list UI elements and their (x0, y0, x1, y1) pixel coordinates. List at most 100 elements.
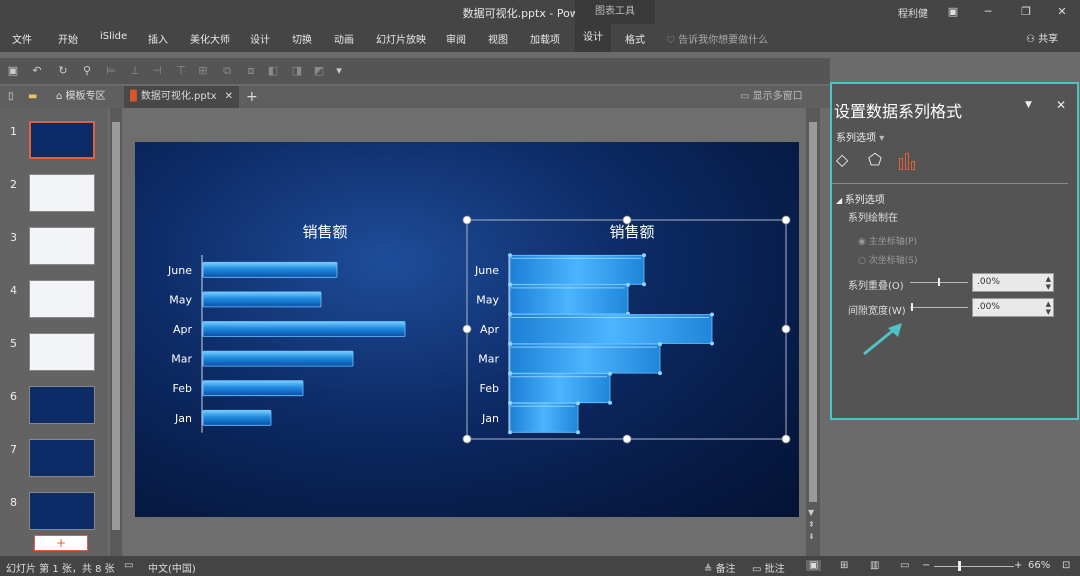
bar-selection-point[interactable] (508, 401, 512, 406)
new-doc-icon[interactable]: ▯ (8, 86, 14, 108)
minimize-button[interactable]: ─ (978, 5, 998, 18)
overlap-spinner-icon[interactable]: ▲ ▼ (1046, 275, 1051, 291)
slideshow-view-icon[interactable]: ▭ (900, 560, 909, 571)
intersect-icon[interactable]: ◩ (312, 64, 326, 78)
bar-selection-point[interactable] (508, 312, 512, 317)
group-icon[interactable]: ⧉ (220, 64, 234, 78)
overlap-slider-thumb[interactable] (938, 278, 940, 286)
tab-review[interactable]: 审阅 (446, 31, 466, 46)
bar-selection-point[interactable] (608, 400, 612, 405)
bar-mar[interactable] (202, 350, 354, 367)
sorter-view-icon[interactable]: ⊞ (840, 560, 848, 571)
thumbnail-scroll-thumb[interactable] (112, 122, 120, 530)
subtract-icon[interactable]: ◨ (290, 64, 304, 78)
bar-jan[interactable] (202, 409, 272, 426)
bar-june[interactable] (202, 261, 338, 278)
tab-transitions[interactable]: 切换 (292, 31, 312, 46)
resize-handle[interactable] (622, 215, 632, 225)
slide-thumbnail-8[interactable] (29, 492, 95, 530)
folder-icon[interactable]: ▬ (28, 86, 37, 108)
tab-home[interactable]: 开始 (58, 31, 78, 46)
bar-june[interactable] (509, 254, 645, 285)
slide-canvas[interactable]: 销售额 June May Apr Mar Feb Jan 销售额 June May Apr Mar Fe… (135, 142, 799, 517)
share-button[interactable]: ⚇ 共享 (1026, 30, 1058, 45)
series-options-dropdown[interactable]: 系列选项 ▾ (836, 129, 884, 144)
align-center-icon[interactable]: ⊥ (128, 64, 142, 78)
primary-axis-radio[interactable]: ◉ 主坐标轴(P) (858, 234, 917, 247)
language-status[interactable]: 中文(中国) (148, 560, 196, 575)
bar-selection-point[interactable] (508, 371, 512, 376)
bar-selection-point[interactable] (608, 371, 612, 376)
close-button[interactable]: ✕ (1052, 5, 1072, 18)
slide-thumbnail-1[interactable] (29, 121, 95, 159)
file-tab[interactable]: ▉ 数据可视化.pptx ✕ (124, 86, 239, 108)
tab-islide[interactable]: iSlide (100, 31, 127, 42)
slide-thumbnail-7[interactable] (29, 439, 95, 477)
resize-handle[interactable] (622, 434, 632, 444)
slide-thumbnail-4[interactable] (29, 280, 95, 318)
normal-view-icon[interactable]: ▣ (806, 560, 822, 571)
bar-selection-point[interactable] (658, 342, 662, 347)
bar-selection-point[interactable] (710, 341, 714, 346)
pane-options-icon[interactable]: ▼ (1025, 100, 1032, 110)
union-icon[interactable]: ◧ (266, 64, 280, 78)
bar-selection-point[interactable] (642, 253, 646, 258)
zoom-slider[interactable] (934, 566, 1014, 567)
resize-handle[interactable] (462, 215, 472, 225)
bar-selection-point[interactable] (576, 401, 580, 406)
zoom-level[interactable]: 66% (1028, 560, 1050, 571)
align-left-icon[interactable]: ⊨ (104, 64, 118, 78)
tab-slideshow[interactable]: 幻灯片放映 (376, 31, 426, 46)
gap-spinner-icon[interactable]: ▲ ▼ (1046, 300, 1051, 316)
spellcheck-icon[interactable]: ▭ (124, 560, 133, 571)
save-icon[interactable]: ▣ (6, 64, 20, 78)
tab-animations[interactable]: 动画 (334, 31, 354, 46)
tab-insert[interactable]: 插入 (148, 31, 168, 46)
gap-width-slider-thumb[interactable] (911, 303, 913, 311)
maximize-button[interactable]: ❐ (1016, 5, 1036, 18)
bar-selection-point[interactable] (576, 430, 580, 435)
resize-handle[interactable] (462, 324, 472, 334)
pane-close-icon[interactable]: ✕ (1056, 98, 1066, 112)
editor-scroll-thumb[interactable] (809, 122, 817, 502)
add-slide-button[interactable]: + (34, 535, 88, 551)
prev-slide-icon[interactable]: ⇞ (808, 520, 815, 529)
tab-file[interactable]: 文件 (12, 31, 32, 46)
bar-selection-point[interactable] (508, 253, 512, 258)
gap-width-input[interactable]: .00% ▲ ▼ (972, 298, 1054, 317)
tab-format[interactable]: 格式 (625, 31, 645, 46)
gap-width-slider[interactable] (910, 307, 968, 308)
resize-handle[interactable] (462, 434, 472, 444)
editor-scrollbar[interactable]: ▼ ⇞ ⇟ (806, 108, 820, 556)
fill-line-icon[interactable]: ◇ (836, 150, 848, 169)
thumbnail-scrollbar[interactable] (110, 108, 122, 556)
align-top-icon[interactable]: ⊤ (174, 64, 188, 78)
next-slide-icon[interactable]: ⇟ (808, 532, 815, 541)
zoom-out-icon[interactable]: − (922, 560, 930, 571)
fit-slide-icon[interactable]: ⊡ (1062, 560, 1070, 571)
section-header[interactable]: ◢ 系列选项 (836, 191, 885, 206)
undo-icon[interactable]: ↶ (30, 64, 44, 78)
format-painter-icon[interactable]: ⚲ (80, 64, 94, 78)
user-name[interactable]: 程利健 (898, 5, 928, 20)
ungroup-icon[interactable]: ⧈ (244, 64, 258, 78)
zoom-in-icon[interactable]: + (1014, 560, 1022, 571)
template-tab[interactable]: ⌂ 模板专区 (56, 86, 106, 108)
distribute-icon[interactable]: ⊞ (196, 64, 210, 78)
reading-view-icon[interactable]: ▥ (870, 560, 879, 571)
bar-may[interactable] (202, 291, 322, 308)
secondary-axis-radio[interactable]: ○ 次坐标轴(S) (858, 253, 917, 266)
charts-svg[interactable]: 销售额 June May Apr Mar Feb Jan 销售额 June May Apr Mar Fe… (135, 142, 799, 517)
bar-jan[interactable] (509, 402, 579, 433)
tab-design[interactable]: 设计 (250, 31, 270, 46)
resize-handle[interactable] (781, 324, 791, 334)
new-tab-icon[interactable]: + (246, 86, 258, 108)
bar-selection-point[interactable] (626, 282, 630, 287)
tell-me-search[interactable]: ♡ 告诉我你想要做什么 (666, 31, 768, 46)
bar-selection-point[interactable] (508, 342, 512, 347)
bar-selection-point[interactable] (508, 430, 512, 435)
multi-window-button[interactable]: ▭ 显示多窗口 (740, 86, 803, 108)
notes-button[interactable]: ≜ 备注 (704, 560, 736, 575)
resize-handle[interactable] (781, 434, 791, 444)
resize-handle[interactable] (781, 215, 791, 225)
